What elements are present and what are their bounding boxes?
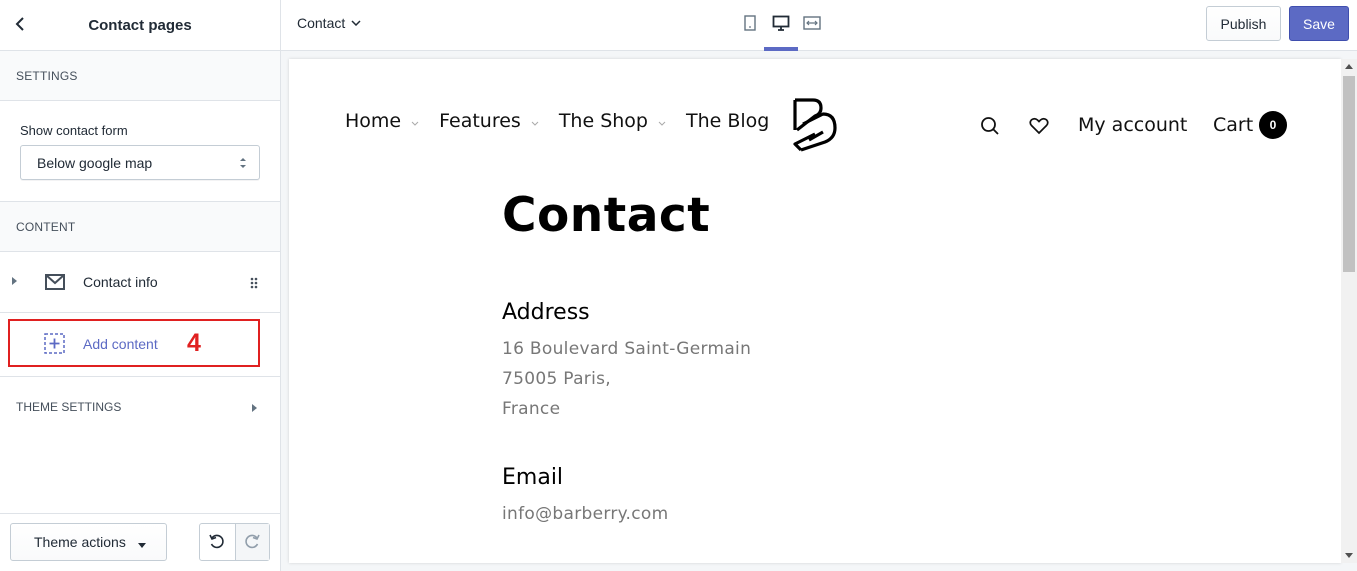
- theme-settings-row[interactable]: THEME SETTINGS: [0, 377, 280, 437]
- theme-actions-label: Theme actions: [34, 534, 126, 550]
- email-heading: Email: [502, 465, 564, 490]
- chevron-down-icon: [411, 121, 419, 126]
- preview-scrollbar[interactable]: [1341, 59, 1357, 563]
- undo-button[interactable]: [200, 524, 235, 560]
- brand-logo-icon[interactable]: [791, 96, 839, 154]
- theme-settings-label: THEME SETTINGS: [16, 400, 122, 414]
- address-line-3: France: [502, 399, 561, 419]
- nav-home-label: Home: [345, 110, 402, 132]
- address-line-2: 75005 Paris,: [502, 369, 611, 389]
- envelope-icon: [45, 274, 65, 290]
- nav-blog-label: The Blog: [685, 110, 770, 132]
- scroll-up-arrow-icon[interactable]: [1345, 64, 1353, 69]
- settings-section-label: SETTINGS: [0, 51, 280, 101]
- add-content-block: Add content 4: [0, 313, 280, 377]
- annotation-step-number: 4: [187, 329, 201, 357]
- cart-link[interactable]: Cart: [1213, 114, 1253, 136]
- sidebar-title: Contact pages: [88, 16, 192, 34]
- storefront-nav: Home Features The Shop The Blog: [345, 110, 789, 132]
- active-device-indicator: [764, 47, 798, 51]
- publish-button[interactable]: Publish: [1206, 6, 1281, 41]
- content-section-label: CONTENT: [0, 202, 280, 252]
- page-selector-label: Contact: [297, 15, 346, 31]
- add-content-link[interactable]: Add content: [83, 336, 158, 352]
- redo-icon: [245, 534, 260, 549]
- scrollbar-thumb[interactable]: [1343, 76, 1355, 272]
- address-line-1: 16 Boulevard Saint-Germain: [502, 339, 752, 359]
- chevron-down-icon: [658, 121, 666, 126]
- page-selector[interactable]: Contact: [297, 15, 361, 31]
- sidebar-header: Contact pages: [0, 0, 280, 51]
- nav-item-features[interactable]: Features: [439, 110, 539, 132]
- editor-topbar: Contact Publish Save: [281, 0, 1357, 51]
- show-contact-form-field: Show contact form Below google map: [0, 101, 280, 202]
- desktop-icon: [772, 15, 790, 31]
- nav-shop-label: The Shop: [558, 110, 648, 132]
- undo-redo-group: [199, 523, 270, 561]
- select-value: Below google map: [37, 154, 153, 171]
- select-arrows-icon: [239, 155, 247, 171]
- caret-down-icon: [138, 543, 146, 548]
- scroll-down-arrow-icon[interactable]: [1345, 553, 1353, 558]
- add-section-icon[interactable]: [44, 333, 65, 354]
- expand-caret-icon[interactable]: [12, 277, 17, 285]
- back-arrow-icon[interactable]: [10, 14, 30, 34]
- theme-actions-button[interactable]: Theme actions: [10, 523, 167, 561]
- address-heading: Address: [502, 300, 590, 325]
- show-contact-form-label: Show contact form: [20, 123, 128, 138]
- save-button[interactable]: Save: [1289, 6, 1349, 41]
- email-value[interactable]: info@barberry.com: [502, 504, 668, 524]
- sidebar-footer: Theme actions: [0, 513, 280, 571]
- drag-handle-icon[interactable]: [250, 276, 258, 289]
- nav-features-label: Features: [439, 110, 521, 132]
- contact-info-label: Contact info: [83, 274, 158, 290]
- redo-button[interactable]: [234, 524, 269, 560]
- nav-item-home[interactable]: Home: [345, 110, 419, 132]
- mobile-icon: [744, 15, 756, 31]
- desktop-view-button[interactable]: [770, 12, 792, 34]
- undo-icon: [209, 534, 224, 549]
- nav-item-shop[interactable]: The Shop: [559, 110, 666, 132]
- show-contact-form-select[interactable]: Below google map: [20, 145, 260, 180]
- page-title: Contact: [502, 188, 711, 243]
- expand-width-icon: [803, 16, 821, 30]
- editor-sidebar: Contact pages SETTINGS Show contact form…: [0, 0, 281, 571]
- my-account-link[interactable]: My account: [1078, 114, 1187, 136]
- contact-info-section[interactable]: Contact info: [0, 252, 280, 313]
- fullscreen-view-button[interactable]: [801, 12, 823, 34]
- chevron-down-icon: [531, 121, 539, 126]
- wishlist-heart-icon[interactable]: [1029, 117, 1049, 135]
- storefront-preview: Home Features The Shop The Blog My accou…: [289, 59, 1341, 563]
- nav-item-blog[interactable]: The Blog: [686, 110, 769, 132]
- theme-settings-caret-icon: [252, 404, 257, 412]
- cart-count-badge: 0: [1259, 111, 1287, 139]
- mobile-view-button[interactable]: [739, 12, 761, 34]
- chevron-down-icon: [351, 20, 361, 26]
- search-icon[interactable]: [980, 116, 1000, 136]
